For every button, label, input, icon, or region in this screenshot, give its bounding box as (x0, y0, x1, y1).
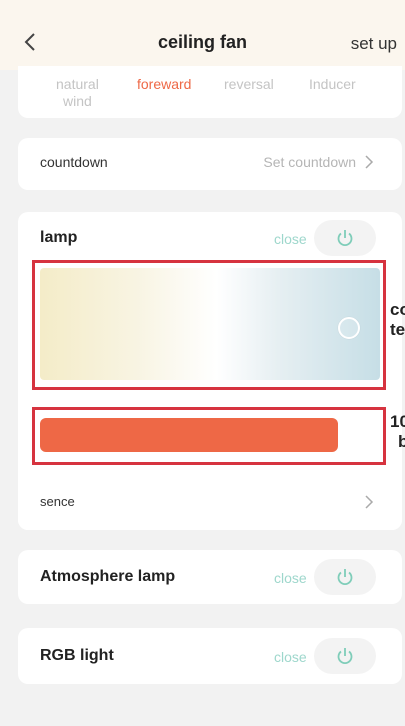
chevron-right-icon (365, 155, 374, 169)
power-icon (337, 230, 353, 247)
lamp-state-text: close (274, 231, 307, 247)
mode-label: reversal (224, 76, 274, 92)
power-icon (337, 569, 353, 586)
page-title: ceiling fan (157, 32, 247, 52)
atmosphere-lamp-title: Atmosphere lamp (40, 568, 176, 585)
brightness-highlight-box (32, 407, 386, 465)
lamp-power-button[interactable] (314, 220, 376, 256)
rgb-light-title: RGB light (40, 647, 114, 664)
rgb-state-text: close (274, 649, 307, 665)
mode-label-line2: wind (63, 93, 92, 109)
countdown-row[interactable]: countdown Set countdown (18, 138, 402, 190)
atmosphere-lamp-card: Atmosphere lamp close (18, 550, 402, 604)
atmosphere-power-button[interactable] (314, 559, 376, 595)
countdown-value: Set countdown (263, 154, 356, 170)
atmosphere-state-text: close (274, 570, 307, 586)
color-temp-highlight-box (32, 260, 386, 390)
scene-label: sence (40, 494, 75, 509)
mode-label: foreward (137, 76, 192, 92)
top-bar: ceiling fan set up (0, 0, 405, 70)
mode-natural-wind[interactable]: natural wind (56, 76, 99, 110)
mode-inducer[interactable]: Inducer (309, 76, 356, 93)
power-icon (337, 648, 353, 665)
rgb-power-button[interactable] (314, 638, 376, 674)
lamp-title: lamp (40, 229, 78, 246)
rgb-light-card: RGB light close (18, 628, 402, 684)
mode-label: natural (56, 76, 99, 92)
chevron-right-icon (365, 495, 374, 509)
fan-mode-selector: natural wind foreward reversal Inducer (18, 66, 402, 118)
countdown-label: countdown (40, 154, 108, 170)
mode-reversal[interactable]: reversal (224, 76, 274, 93)
setup-button[interactable]: set up (351, 34, 397, 54)
color-temp-annotation-label: co te (390, 300, 405, 339)
scene-row[interactable]: sence (18, 476, 402, 530)
brightness-annotation-label: 10 b (390, 412, 405, 451)
mode-label: Inducer (309, 76, 356, 92)
mode-forward[interactable]: foreward (137, 76, 191, 93)
